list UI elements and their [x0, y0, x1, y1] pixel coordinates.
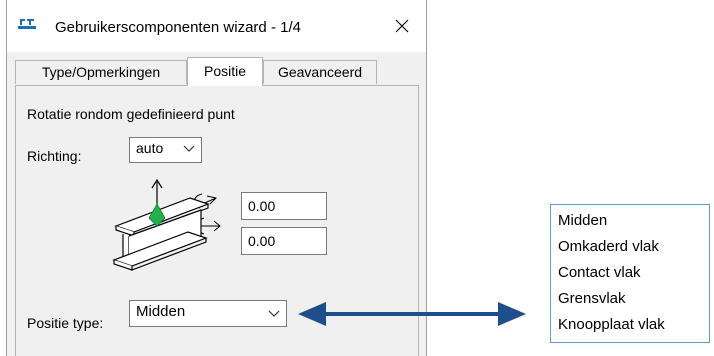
- positie-type-label: Positie type:: [27, 315, 104, 331]
- positie-type-value: Midden: [136, 303, 186, 320]
- positie-type-select[interactable]: Midden: [129, 300, 287, 327]
- close-button[interactable]: [384, 10, 420, 42]
- richting-value: auto: [136, 140, 164, 156]
- chevron-down-icon: [268, 310, 280, 317]
- title-bar: Gebruikerscomponenten wizard - 1/4: [7, 0, 426, 52]
- close-icon: [395, 19, 409, 33]
- callout-arrow: [298, 302, 526, 326]
- app-logo-icon: [18, 19, 36, 29]
- window-title: Gebruikerscomponenten wizard - 1/4: [55, 19, 301, 36]
- option-knoopplaat-vlak[interactable]: Knoopplaat vlak: [558, 312, 665, 338]
- positie-type-options-list: Midden Omkaderd vlak Contact vlak Grensv…: [550, 204, 710, 343]
- option-omkaderd-vlak[interactable]: Omkaderd vlak: [558, 234, 659, 260]
- tab-type-opmerkingen[interactable]: Type/Opmerkingen: [15, 60, 187, 84]
- option-grensvlak[interactable]: Grensvlak: [558, 286, 626, 312]
- tab-geavanceerd[interactable]: Geavanceerd: [263, 60, 377, 84]
- chevron-down-icon: [183, 145, 195, 152]
- rotation-heading: Rotatie rondom gedefinieerd punt: [27, 106, 235, 122]
- richting-select[interactable]: auto: [129, 137, 202, 163]
- rotation-input-2[interactable]: [241, 227, 327, 255]
- i-beam-rotation-icon: [112, 178, 221, 271]
- option-contact-vlak[interactable]: Contact vlak: [558, 260, 641, 286]
- option-midden[interactable]: Midden: [558, 208, 607, 234]
- tab-positie[interactable]: Positie: [187, 57, 263, 86]
- rotation-input-1[interactable]: [241, 192, 327, 220]
- richting-label: Richting:: [27, 148, 82, 164]
- tab-strip: Type/Opmerkingen Positie Geavanceerd: [15, 57, 419, 86]
